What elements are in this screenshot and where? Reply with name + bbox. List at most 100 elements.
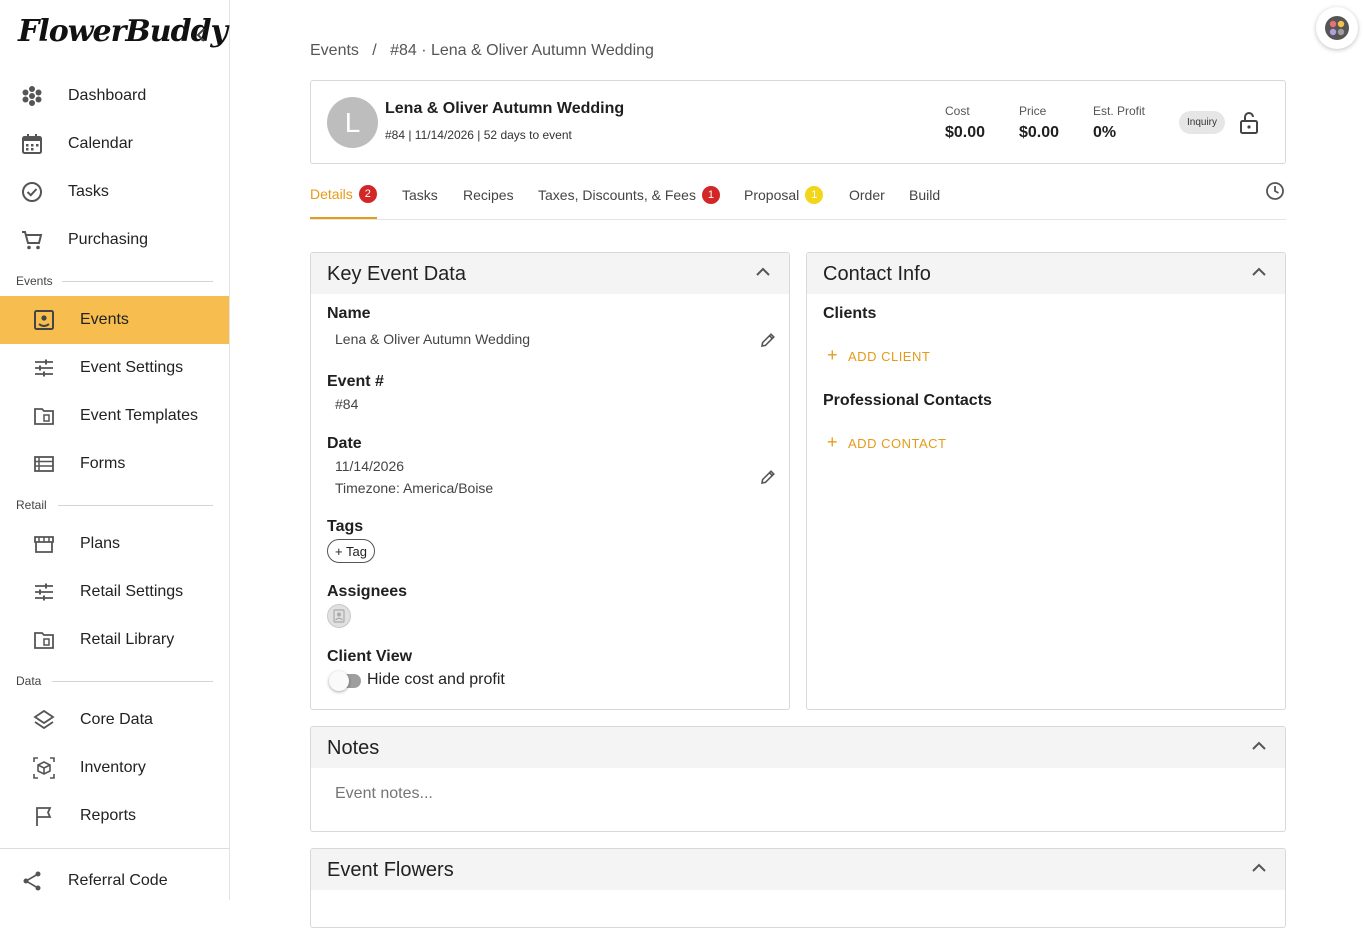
sidebar-item-label: Forms — [80, 455, 126, 472]
lock-open-icon[interactable] — [1239, 111, 1259, 135]
name-value: Lena & Oliver Autumn Wedding — [335, 331, 531, 347]
plus-icon: + — [827, 432, 839, 452]
history-icon[interactable] — [1265, 181, 1285, 201]
key-event-data-card: Key Event Data Name Lena & Oliver Autumn… — [310, 252, 790, 710]
assignee-avatar[interactable] — [327, 604, 351, 628]
sidebar-item-plans[interactable]: Plans — [0, 520, 229, 568]
event-number-value: #84 — [335, 396, 359, 412]
sidebar: FlowerBuddy Dashboard Calendar Tasks Pur… — [0, 0, 230, 900]
count-badge: 2 — [358, 184, 377, 203]
card-header[interactable]: Contact Info — [807, 253, 1285, 294]
tab-label: Recipes — [463, 186, 514, 203]
sidebar-item-dashboard[interactable]: Dashboard — [0, 72, 229, 120]
sidebar-item-label: Reports — [80, 807, 137, 824]
notes-input[interactable] — [335, 785, 1235, 803]
tab-tasks[interactable]: Tasks — [402, 170, 438, 219]
stat-label: Est. Profit — [1093, 104, 1146, 118]
event-title: Lena & Oliver Autumn Wedding — [385, 100, 625, 117]
tab-recipes[interactable]: Recipes — [463, 170, 514, 219]
section-retail: Retail — [16, 498, 47, 512]
hide-cost-toggle[interactable] — [329, 671, 361, 691]
tab-proposal[interactable]: Proposal 1 — [744, 170, 824, 219]
contact-info-card: Contact Info Clients + ADD CLIENT Profes… — [806, 252, 1286, 710]
sidebar-item-forms[interactable]: Forms — [0, 440, 229, 488]
sidebar-item-label: Retail Settings — [80, 583, 184, 600]
tab-label: Order — [849, 186, 885, 203]
sidebar-item-retail-settings[interactable]: Retail Settings — [0, 568, 229, 616]
status-badge[interactable]: Inquiry — [1179, 111, 1226, 134]
pencil-icon[interactable] — [759, 468, 777, 486]
list-icon — [34, 456, 54, 472]
card-header[interactable]: Event Flowers — [311, 849, 1285, 890]
event-icon — [34, 310, 54, 330]
notes-card: Notes — [310, 726, 1286, 832]
sidebar-item-label: Plans — [80, 535, 121, 552]
stat-label: Price — [1019, 104, 1047, 118]
divider — [52, 681, 213, 682]
section-events: Events — [16, 274, 53, 288]
count-badge: 1 — [701, 185, 720, 204]
timezone-value: Timezone: America/Boise — [335, 480, 494, 496]
sidebar-item-core-data[interactable]: Core Data — [0, 696, 229, 744]
folder-icon — [34, 632, 54, 649]
event-flowers-card: Event Flowers — [310, 848, 1286, 928]
breadcrumb-root[interactable]: Events — [310, 42, 359, 59]
sidebar-item-label: Calendar — [68, 135, 133, 152]
card-header[interactable]: Key Event Data — [311, 253, 789, 294]
add-tag-button[interactable]: + Tag — [327, 539, 375, 563]
stat-value: $0.00 — [945, 124, 986, 141]
toggle-label: Hide cost and profit — [367, 671, 505, 688]
event-tabs: Details 2 Tasks Recipes Taxes, Discounts… — [310, 170, 1286, 220]
event-avatar: L — [327, 97, 378, 148]
sidebar-item-reports[interactable]: Reports — [0, 792, 229, 840]
pencil-icon[interactable] — [759, 331, 777, 349]
tags-label: Tags — [327, 518, 364, 535]
name-label: Name — [327, 305, 371, 322]
tab-details[interactable]: Details 2 — [310, 170, 377, 219]
stat-label: Cost — [945, 104, 970, 118]
chevron-up-icon[interactable] — [1251, 266, 1267, 278]
flag-icon — [36, 807, 52, 826]
event-subtitle: #84 | 11/14/2026 | 52 days to event — [385, 128, 572, 142]
chevron-up-icon[interactable] — [1251, 862, 1267, 874]
sidebar-item-tasks[interactable]: Tasks — [0, 168, 229, 216]
add-client-button[interactable]: + ADD CLIENT — [827, 345, 930, 366]
sidebar-item-label: Event Templates — [80, 407, 198, 424]
sidebar-item-calendar[interactable]: Calendar — [0, 120, 229, 168]
sidebar-item-referral-code[interactable]: Referral Code — [0, 857, 229, 905]
chevron-left-icon[interactable] — [192, 25, 210, 45]
add-contact-button[interactable]: + ADD CONTACT — [827, 432, 947, 453]
sidebar-item-retail-library[interactable]: Retail Library — [0, 616, 229, 664]
flower-icon — [22, 86, 42, 106]
user-avatar[interactable] — [1316, 7, 1358, 49]
plus-icon: + — [827, 345, 839, 365]
sidebar-item-label: Purchasing — [68, 231, 149, 248]
event-number-label: Event # — [327, 373, 384, 390]
stat-profit: Est. Profit 0% — [1093, 104, 1145, 142]
card-header[interactable]: Notes — [311, 727, 1285, 768]
calendar-icon — [22, 134, 42, 154]
sidebar-item-event-settings[interactable]: Event Settings — [0, 344, 229, 392]
check-circle-icon — [22, 182, 42, 202]
sidebar-item-events[interactable]: Events — [0, 296, 229, 344]
store-icon — [34, 536, 54, 553]
button-label: ADD CONTACT — [848, 436, 947, 451]
tab-label: Details — [310, 185, 353, 202]
chevron-up-icon[interactable] — [755, 266, 771, 278]
sidebar-item-label: Tasks — [68, 183, 109, 200]
sidebar-item-event-templates[interactable]: Event Templates — [0, 392, 229, 440]
layers-icon — [33, 709, 55, 730]
sidebar-item-label: Retail Library — [80, 631, 175, 648]
sidebar-item-label: Dashboard — [68, 87, 147, 104]
professional-contacts-label: Professional Contacts — [823, 392, 992, 409]
sidebar-item-purchasing[interactable]: Purchasing — [0, 216, 229, 264]
sidebar-item-inventory[interactable]: Inventory — [0, 744, 229, 792]
tab-taxes-discounts-fees[interactable]: Taxes, Discounts, & Fees 1 — [538, 170, 720, 219]
chevron-up-icon[interactable] — [1251, 740, 1267, 752]
tab-build[interactable]: Build — [909, 170, 940, 219]
client-view-label: Client View — [327, 648, 413, 665]
breadcrumb: Events / #84 · Lena & Oliver Autumn Wedd… — [310, 42, 654, 60]
section-data: Data — [16, 674, 42, 688]
tab-order[interactable]: Order — [849, 170, 885, 219]
assignees-label: Assignees — [327, 583, 408, 600]
